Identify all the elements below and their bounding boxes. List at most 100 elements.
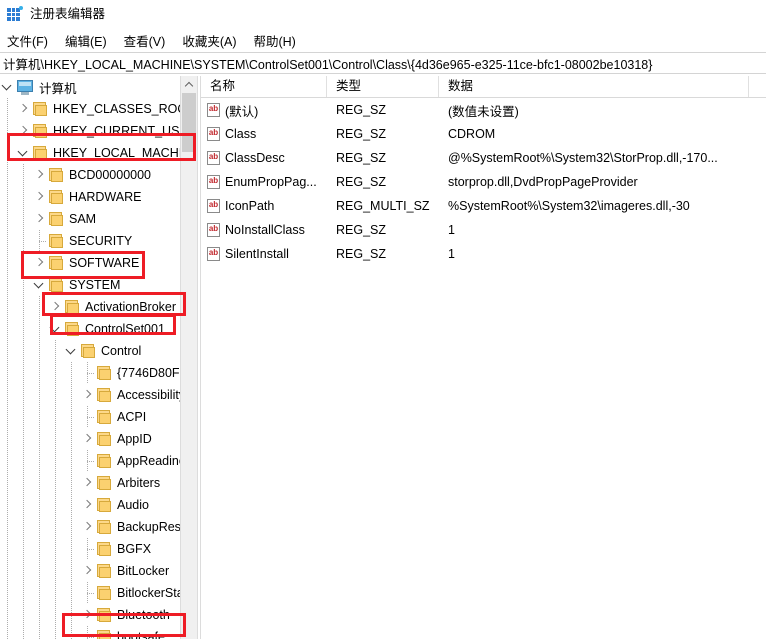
tree-item[interactable]: bootsafe: [0, 626, 197, 639]
tree-item[interactable]: Arbiters: [0, 472, 197, 494]
chevron-right-icon[interactable]: [80, 604, 96, 626]
tree-item[interactable]: AppReadines: [0, 450, 197, 472]
tree-item[interactable]: Control: [0, 340, 197, 362]
chevron-right-icon[interactable]: [80, 428, 96, 450]
tree-item-label: BitLocker: [117, 564, 169, 578]
tree-indent-guide: [32, 604, 48, 626]
value-type-cell: REG_MULTI_SZ: [327, 199, 439, 213]
chevron-right-icon[interactable]: [32, 252, 48, 274]
menu-help[interactable]: 帮助(H): [253, 29, 304, 52]
tree-item-label: SAM: [69, 212, 96, 226]
tree-item-label: AppID: [117, 432, 152, 446]
tree-item[interactable]: HKEY_LOCAL_MACHINE: [0, 142, 197, 164]
column-header-data[interactable]: 数据: [439, 76, 749, 97]
menu-favorites[interactable]: 收藏夹(A): [182, 29, 245, 52]
tree-item[interactable]: SYSTEM: [0, 274, 197, 296]
folder-icon: [96, 498, 113, 512]
title-bar: 注册表编辑器: [0, 0, 766, 28]
chevron-right-icon[interactable]: [80, 560, 96, 582]
tree-indent-guide: [16, 516, 32, 538]
table-row[interactable]: abEnumPropPag...REG_SZstorprop.dll,DvdPr…: [201, 170, 766, 194]
tree-item[interactable]: {7746D80F-97E0: [0, 362, 197, 384]
chevron-up-icon[interactable]: [181, 76, 197, 93]
chevron-right-icon[interactable]: [16, 98, 32, 120]
tree-vertical-scrollbar[interactable]: [180, 76, 197, 639]
tree-item[interactable]: SAM: [0, 208, 197, 230]
tree-item[interactable]: SOFTWARE: [0, 252, 197, 274]
table-row[interactable]: abSilentInstallREG_SZ1: [201, 242, 766, 266]
chevron-down-icon[interactable]: [0, 76, 16, 98]
tree-item[interactable]: BGFX: [0, 538, 197, 560]
menu-edit[interactable]: 编辑(E): [65, 29, 116, 52]
chevron-right-icon[interactable]: [48, 296, 64, 318]
tree-item[interactable]: BCD00000000: [0, 164, 197, 186]
table-row[interactable]: abClassREG_SZCDROM: [201, 122, 766, 146]
value-name-label: SilentInstall: [225, 247, 289, 261]
tree-indent-guide: [64, 362, 80, 384]
tree-item[interactable]: ACPI: [0, 406, 197, 428]
folder-icon: [96, 586, 113, 600]
column-header-type[interactable]: 类型: [327, 76, 439, 97]
tree-item[interactable]: SECURITY: [0, 230, 197, 252]
folder-icon: [96, 542, 113, 556]
tree-item[interactable]: BitLocker: [0, 560, 197, 582]
registry-values-pane: 名称 类型 数据 ab(默认)REG_SZ(数值未设置)abClassREG_S…: [201, 76, 766, 639]
tree-indent-guide: [0, 428, 16, 450]
chevron-down-icon[interactable]: [32, 274, 48, 296]
chevron-down-icon[interactable]: [48, 318, 64, 340]
tree-item-label: bootsafe: [117, 630, 165, 639]
tree-indent-guide: [32, 384, 48, 406]
chevron-right-icon[interactable]: [32, 164, 48, 186]
tree-item[interactable]: AccessibilityS: [0, 384, 197, 406]
chevron-right-icon[interactable]: [80, 472, 96, 494]
tree-item[interactable]: AppID: [0, 428, 197, 450]
chevron-down-icon[interactable]: [16, 142, 32, 164]
tree-indent-guide: [32, 516, 48, 538]
chevron-right-icon[interactable]: [16, 120, 32, 142]
tree-indent-guide: [0, 450, 16, 472]
tree-item[interactable]: HKEY_CURRENT_USER: [0, 120, 197, 142]
value-name-cell: ab(默认): [201, 101, 327, 120]
tree-item[interactable]: BackupResto: [0, 516, 197, 538]
tree-leaf-guide: [80, 538, 96, 560]
menu-view[interactable]: 查看(V): [124, 29, 175, 52]
chevron-down-icon[interactable]: [64, 340, 80, 362]
chevron-right-icon[interactable]: [80, 494, 96, 516]
chevron-right-icon[interactable]: [32, 208, 48, 230]
chevron-right-icon[interactable]: [80, 384, 96, 406]
value-type-cell: REG_SZ: [327, 247, 439, 261]
tree-item[interactable]: ControlSet001: [0, 318, 197, 340]
tree-indent-guide: [16, 340, 32, 362]
tree-item[interactable]: Audio: [0, 494, 197, 516]
tree-item[interactable]: HKEY_CLASSES_ROOT: [0, 98, 197, 120]
folder-icon: [96, 366, 113, 380]
tree-item-label: Arbiters: [117, 476, 160, 490]
tree-indent-guide: [48, 582, 64, 604]
tree-indent-guide: [48, 384, 64, 406]
folder-icon: [48, 234, 65, 248]
menu-file[interactable]: 文件(F): [7, 29, 57, 52]
chevron-right-icon[interactable]: [32, 186, 48, 208]
tree-item[interactable]: ActivationBroker: [0, 296, 197, 318]
address-bar[interactable]: 计算机\HKEY_LOCAL_MACHINE\SYSTEM\ControlSet…: [0, 52, 766, 74]
tree-item-label: HKEY_LOCAL_MACHINE: [53, 146, 197, 160]
column-header-name[interactable]: 名称: [201, 76, 327, 97]
tree-leaf-guide: [80, 406, 96, 428]
tree-leaf-guide: [80, 450, 96, 472]
tree-item[interactable]: Bluetooth: [0, 604, 197, 626]
table-row[interactable]: abNoInstallClassREG_SZ1: [201, 218, 766, 242]
table-row[interactable]: ab(默认)REG_SZ(数值未设置): [201, 98, 766, 122]
chevron-right-icon[interactable]: [80, 516, 96, 538]
tree-item[interactable]: HARDWARE: [0, 186, 197, 208]
table-row[interactable]: abIconPathREG_MULTI_SZ%SystemRoot%\Syste…: [201, 194, 766, 218]
registry-tree[interactable]: 计算机HKEY_CLASSES_ROOTHKEY_CURRENT_USER HKE…: [0, 76, 197, 639]
tree-indent-guide: [16, 494, 32, 516]
tree-indent-guide: [64, 516, 80, 538]
folder-icon: [96, 454, 113, 468]
tree-item[interactable]: 计算机: [0, 76, 197, 98]
tree-indent-guide: [64, 494, 80, 516]
tree-item[interactable]: BitlockerStatu: [0, 582, 197, 604]
tree-item-label: Bluetooth: [117, 608, 170, 622]
scrollbar-thumb[interactable]: [182, 93, 196, 152]
table-row[interactable]: abClassDescREG_SZ@%SystemRoot%\System32\…: [201, 146, 766, 170]
